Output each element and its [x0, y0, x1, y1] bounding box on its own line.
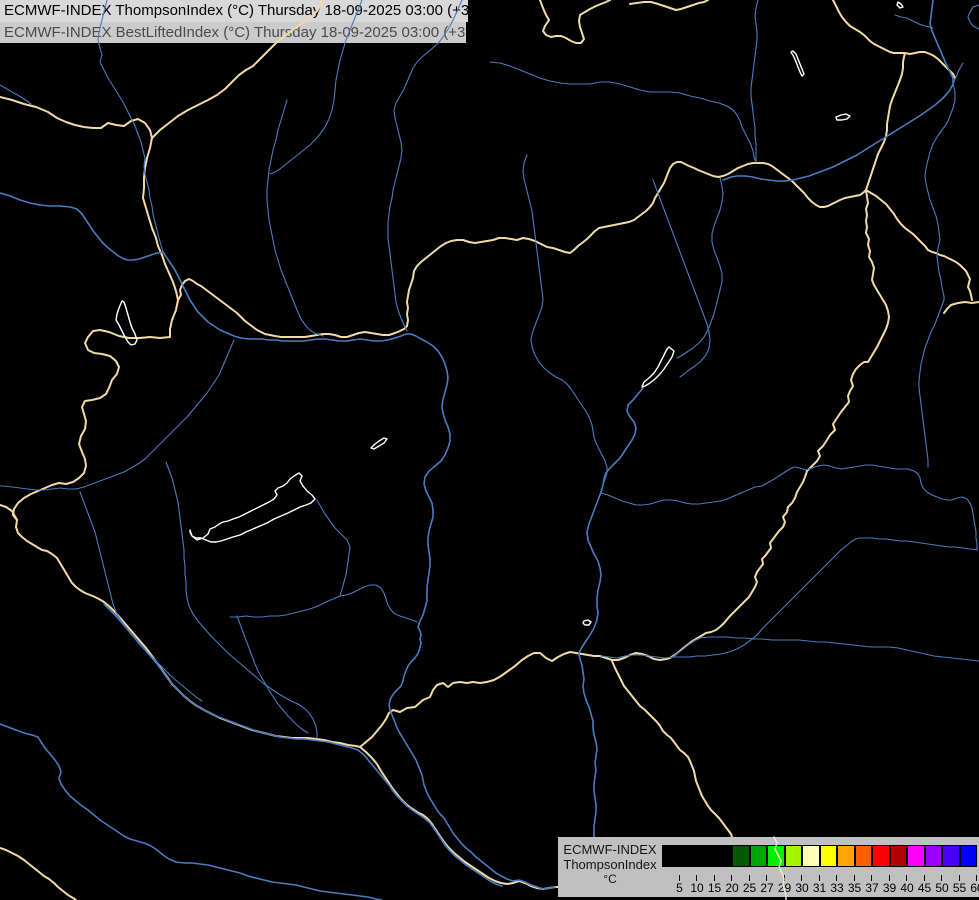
croatia-bosnia-border [0, 848, 76, 900]
zagyva-river [523, 155, 607, 484]
vah-river [267, 100, 323, 336]
lake-tisza-lake [642, 347, 674, 387]
koros-upper-river [919, 63, 963, 467]
legend-swatch-35 [837, 845, 855, 867]
serbia-romania-border [612, 661, 732, 837]
hornad-river [490, 62, 756, 162]
tisza-river [579, 388, 643, 838]
hungary-serbia-border [360, 652, 670, 747]
vah-upper-river [270, 0, 362, 174]
czech-slovakia-border [152, 0, 322, 138]
legend-swatch-33 [820, 845, 838, 867]
drava-river [104, 604, 502, 886]
sava-river [0, 724, 382, 900]
legend-swatch-30 [785, 845, 803, 867]
tisza-upper-river [723, 0, 953, 181]
slovakia-poland-a-border [540, 0, 610, 43]
balaton-lake [190, 473, 315, 542]
hungary-slovakia-border [178, 162, 866, 337]
koros-river [601, 465, 977, 550]
ukraine-romania-border [866, 190, 972, 300]
legend-swatch-31 [802, 845, 820, 867]
zala-river [166, 462, 317, 738]
legend-swatch-20 [715, 845, 733, 867]
sio-river [317, 500, 417, 622]
legend-swatch-55 [942, 845, 960, 867]
zemplin-lake [791, 51, 804, 76]
legend-title-model: ECMWF-INDEX [558, 842, 662, 857]
ne-squiggle-river [895, 15, 933, 28]
hernad-river [677, 178, 723, 358]
slovakia-ukraine-border [833, 0, 955, 78]
legend-unit-label: °C [558, 872, 662, 887]
velence-lake [371, 438, 387, 449]
danube-river [163, 252, 555, 889]
tiny-top-lake-lake [897, 2, 903, 8]
slovakia-poland-b-border [630, 0, 708, 10]
kapos-river [237, 616, 308, 733]
hungary-romania-border [670, 190, 889, 658]
sio-west-river [230, 596, 340, 617]
sajo-river [653, 180, 710, 377]
legend-swatch-29 [767, 845, 785, 867]
legend-swatch-39 [872, 845, 890, 867]
romania-ne-corner-border [944, 302, 979, 313]
croatia-serbia-border [360, 747, 559, 889]
legend-swatch-45 [907, 845, 925, 867]
legend-swatch-15 [697, 845, 715, 867]
hron-river [388, 0, 462, 331]
weather-map-screen: ECMWF-INDEX ThompsonIndex (°C) Thursday … [0, 0, 979, 900]
laborec-river [751, 0, 758, 161]
legend-swatch-27 [750, 845, 768, 867]
legend-swatch-50 [925, 845, 943, 867]
maros-east-river [671, 637, 979, 661]
ne-small-lake-lake [836, 114, 850, 120]
ne-corner-hook-river [968, 5, 979, 29]
austria-hungary-west-border [13, 138, 178, 520]
legend-swatch-60 [960, 845, 978, 867]
legend-tick-label-60: 60 [966, 881, 979, 895]
legend-swatch-25 [732, 845, 750, 867]
legend-color-scale: 51015202527293031333537394045505560 [662, 845, 978, 867]
legend-title-block: ECMWF-INDEX ThompsonIndex °C [558, 842, 662, 887]
legend-title-index: ThompsonIndex [558, 857, 662, 872]
tiny-szeged-lake-lake [583, 620, 591, 625]
legend-swatch-40 [890, 845, 908, 867]
czech-austria-border [0, 97, 152, 138]
legend-swatch-5 [662, 845, 680, 867]
legend-panel: ECMWF-INDEX ThompsonIndex °C 51015202527… [558, 837, 979, 897]
map-canvas [0, 0, 979, 900]
danube-austria-river [0, 193, 163, 260]
legend-swatch-37 [855, 845, 873, 867]
mura-river [80, 492, 202, 701]
legend-swatch-10 [680, 845, 698, 867]
morava-river [98, 0, 163, 252]
hungary-ukraine-border [866, 53, 905, 190]
